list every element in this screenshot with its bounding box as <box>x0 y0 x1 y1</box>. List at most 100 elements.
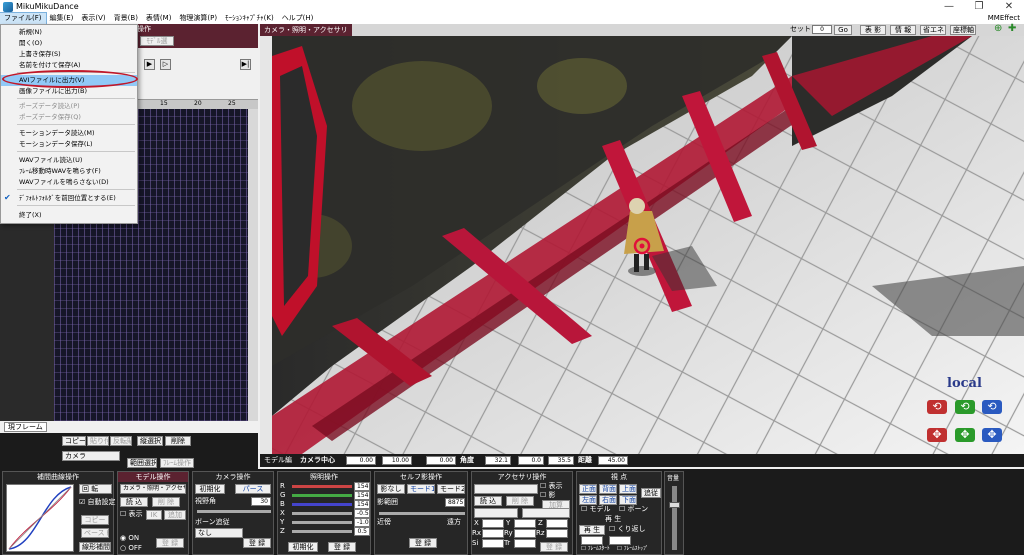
shadow-range-slider[interactable] <box>379 512 465 515</box>
light-b-slider[interactable] <box>292 503 352 506</box>
light-z-input[interactable]: 0.5 <box>354 527 370 536</box>
mode-label[interactable]: モデル編 <box>264 455 292 466</box>
shadow-mode1-button[interactable]: モード1 <box>407 484 435 494</box>
on-radio[interactable]: ◉ ON <box>120 534 139 543</box>
menu-item-pose-save[interactable]: ポーズデータ保存(Q) <box>1 112 137 123</box>
next-key-icon[interactable]: ▷ <box>160 59 171 70</box>
model-delete-button[interactable]: 削 除 <box>152 497 180 507</box>
mmeffect-menu[interactable]: MMEffect <box>984 13 1024 24</box>
menu-edit[interactable]: 編集(E) <box>46 13 78 24</box>
model-add-button[interactable]: 追加 <box>164 510 186 520</box>
acc-z-input[interactable] <box>546 519 568 528</box>
light-y-input[interactable]: -1.0 <box>354 518 370 527</box>
menu-background[interactable]: 背景(B) <box>110 13 142 24</box>
maximize-button[interactable]: ❐ <box>964 1 994 12</box>
menu-item-exit[interactable]: 終了(X) <box>1 210 137 221</box>
light-z-slider[interactable] <box>292 530 352 533</box>
view-right-button[interactable]: 右面 <box>599 495 617 505</box>
rotate-x-icon[interactable]: ⟲ <box>927 400 947 414</box>
accessory-load-button[interactable]: 読 込 <box>474 496 502 506</box>
view-track-button[interactable]: 追従 <box>641 488 661 498</box>
angle-z-value[interactable]: 35.5 <box>548 456 574 465</box>
curve-copy-button[interactable]: コピー <box>81 515 109 525</box>
paste-button[interactable]: 貼り付け <box>87 436 109 446</box>
light-y-slider[interactable] <box>292 521 352 524</box>
accessory-shadow-checkbox[interactable]: ☐ 影 <box>540 491 556 500</box>
light-b-input[interactable]: 154 <box>354 500 370 509</box>
model-select[interactable]: カメラ・照明・アクセサリ <box>120 484 186 494</box>
auto-setting-checkbox[interactable]: ☑ 自動設定 <box>79 498 116 507</box>
accessory-select[interactable] <box>474 484 538 494</box>
move-x-icon[interactable]: ✥ <box>927 428 947 442</box>
rotate-z-icon[interactable]: ⟲ <box>982 400 1002 414</box>
view-back-button[interactable]: 背面 <box>599 484 617 494</box>
target-select[interactable]: カメラ <box>62 451 120 461</box>
3d-viewport[interactable] <box>272 36 1024 454</box>
no-shadow-button[interactable]: 影なし <box>377 484 405 494</box>
accessory-register-button[interactable]: 登 録 <box>540 542 568 552</box>
camera-z-value[interactable]: 0.00 <box>426 456 456 465</box>
repeat-checkbox[interactable]: ☐ くり返し <box>609 525 646 534</box>
light-g-slider[interactable] <box>292 494 352 497</box>
move-icon[interactable]: ✚ <box>1008 24 1016 34</box>
rotate-y-icon[interactable]: ⟲ <box>955 400 975 414</box>
acc-tr-input[interactable] <box>514 539 536 548</box>
play-end-input[interactable] <box>609 536 631 545</box>
shadow-button[interactable]: 表 影 <box>860 25 886 35</box>
volume-slider[interactable] <box>672 486 677 550</box>
next-frame-icon[interactable]: ▶ <box>144 59 155 70</box>
acc-x-input[interactable] <box>482 519 504 528</box>
menu-item-wav-load[interactable]: WAVファイル読込(U) <box>1 155 137 166</box>
frame-op-button[interactable]: ﾌﾚｰﾑ操作 <box>160 458 194 468</box>
light-register-button[interactable]: 登 録 <box>328 542 356 552</box>
accessory-parent-select[interactable] <box>522 508 570 518</box>
menu-item-wav-mute[interactable]: WAVファイルを鳴らさない(D) <box>1 177 137 188</box>
light-r-input[interactable]: 154 <box>354 482 370 491</box>
curve-editor[interactable] <box>6 484 74 552</box>
menu-item-motion-save[interactable]: モーションデータ保存(L) <box>1 139 137 150</box>
camera-x-value[interactable]: 0.00 <box>346 456 376 465</box>
close-button[interactable]: ✕ <box>994 1 1024 12</box>
light-init-button[interactable]: 初期化 <box>288 542 318 552</box>
vertical-select-button[interactable]: 縦選択 <box>137 436 163 446</box>
model-select-button[interactable]: ﾓﾃﾞﾙ選 <box>140 36 174 46</box>
accessory-bone-select[interactable] <box>474 508 518 518</box>
camera-y-value[interactable]: 10.00 <box>382 456 412 465</box>
menu-item-open[interactable]: 開く(O) <box>1 38 137 49</box>
view-model-checkbox[interactable]: ☐ モデル <box>581 505 611 514</box>
menu-view[interactable]: 表示(V) <box>77 13 109 24</box>
acc-y-input[interactable] <box>514 519 536 528</box>
move-z-icon[interactable]: ✥ <box>982 428 1002 442</box>
perspective-button[interactable]: パース <box>235 484 271 494</box>
bone-follow-select[interactable]: なし <box>195 528 243 538</box>
minimize-button[interactable]: — <box>934 1 964 12</box>
shadow-register-button[interactable]: 登 録 <box>409 538 437 548</box>
go-button[interactable]: Go <box>834 25 852 35</box>
light-x-slider[interactable] <box>292 512 352 515</box>
menu-item-default-folder[interactable]: ﾃﾞﾌｫﾙﾄﾌｫﾙﾀﾞを前回位置とする(E) <box>1 193 137 204</box>
frame-start-checkbox[interactable]: ☐ ﾌﾚｰﾑｽﾀｰﾄ <box>581 545 610 554</box>
reverse-paste-button[interactable]: 反転貼付 <box>110 436 132 446</box>
distance-value[interactable]: 45.00 <box>598 456 628 465</box>
light-g-input[interactable]: 154 <box>354 491 370 500</box>
camera-init-button[interactable]: 初期化 <box>195 484 225 494</box>
menu-physics[interactable]: 物理演算(P) <box>175 13 221 24</box>
menu-expression[interactable]: 表情(M) <box>142 13 176 24</box>
accessory-delete-button[interactable]: 削 除 <box>506 496 534 506</box>
acc-rx-input[interactable] <box>482 529 504 538</box>
copy-button[interactable]: コピー <box>62 436 86 446</box>
angle-x-value[interactable]: 32.1 <box>485 456 511 465</box>
range-select-button[interactable]: 範囲選択 <box>127 458 157 468</box>
menu-item-motion-load[interactable]: モーションデータ読込(M) <box>1 128 137 139</box>
menu-file[interactable]: ファイル(F) <box>0 12 47 25</box>
acc-ry-input[interactable] <box>514 529 536 538</box>
angle-y-value[interactable]: 0.0 <box>518 456 544 465</box>
last-frame-icon[interactable]: ▶| <box>240 59 251 70</box>
volume-thumb[interactable] <box>669 502 680 508</box>
curve-paste-button[interactable]: ペースト <box>81 528 109 538</box>
off-radio[interactable]: ○ OFF <box>120 544 142 553</box>
shadow-mode2-button[interactable]: モード2 <box>437 484 465 494</box>
view-left-button[interactable]: 左面 <box>579 495 597 505</box>
menu-help[interactable]: ヘルプ(H) <box>278 13 318 24</box>
delete-button[interactable]: 削除 <box>165 436 191 446</box>
